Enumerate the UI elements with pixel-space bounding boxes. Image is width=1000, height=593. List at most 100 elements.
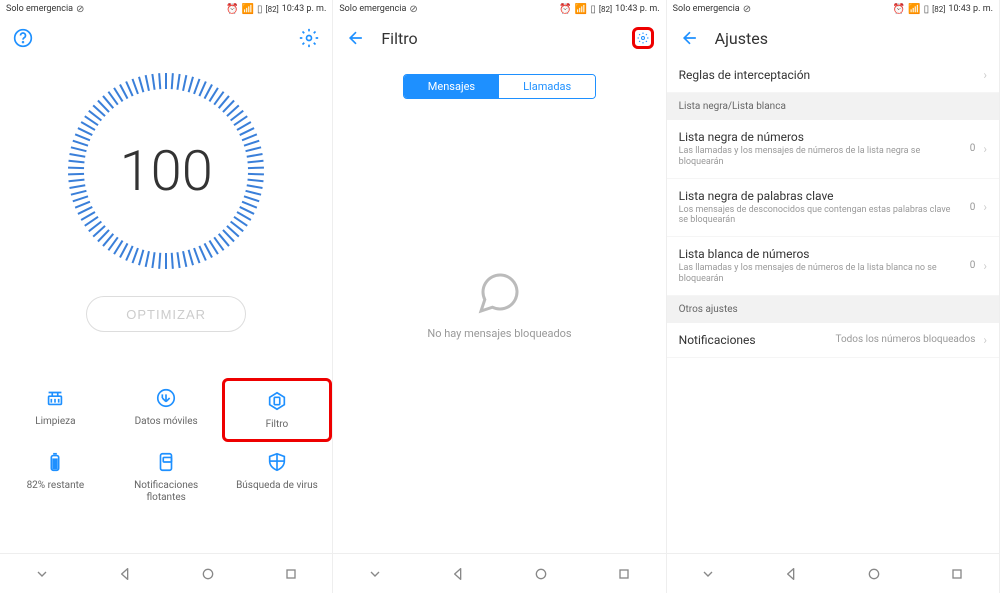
section-header-other: Otros ajustes <box>667 296 999 323</box>
nav-recent-icon[interactable] <box>947 564 967 584</box>
grid-label: Notificaciones flotantes <box>115 480 218 504</box>
row-title: Notificaciones <box>679 333 828 347</box>
status-bar: Solo emergencia ⊘ ⏰ 📶 ▯ [82] 10:43 p. m. <box>667 0 999 18</box>
back-icon[interactable] <box>679 27 701 49</box>
app-bar: Filtro <box>333 18 665 58</box>
nav-back-icon[interactable] <box>448 564 468 584</box>
alarm-icon: ⏰ <box>893 4 905 15</box>
row-title: Lista negra de números <box>679 130 962 144</box>
gauge-area: 100 OPTIMIZAR <box>0 58 332 332</box>
row-title: Lista blanca de números <box>679 247 962 261</box>
grid-data[interactable]: Datos móviles <box>111 378 222 442</box>
row-blacklist-numbers[interactable]: Lista negra de números Las llamadas y lo… <box>667 120 999 179</box>
feature-grid: Limpieza Datos móviles Filtro 82% restan… <box>0 368 332 518</box>
time-label: 10:43 p. m. <box>948 4 993 14</box>
empty-label: No hay mensajes bloqueados <box>427 327 571 340</box>
nav-dropdown-icon[interactable] <box>365 564 385 584</box>
nav-back-icon[interactable] <box>781 564 801 584</box>
chevron-right-icon: › <box>983 68 987 82</box>
status-bar: Solo emergencia ⊘ ⏰ 📶 ▯ [82] 10:43 p. m. <box>0 0 332 18</box>
data-icon <box>154 386 178 410</box>
chevron-right-icon: › <box>983 200 987 214</box>
row-title: Lista negra de palabras clave <box>679 189 962 203</box>
wifi-icon: 📶 <box>575 4 587 15</box>
signal-icon: ▯ <box>924 4 930 15</box>
battery-icon: [82] <box>932 5 945 14</box>
page-title: Filtro <box>381 29 417 48</box>
status-bar: Solo emergencia ⊘ ⏰ 📶 ▯ [82] 10:43 p. m. <box>333 0 665 18</box>
no-sim-icon: ⊘ <box>76 4 84 15</box>
wifi-icon: 📶 <box>242 4 254 15</box>
row-subtitle: Los mensajes de desconocidos que conteng… <box>679 205 962 227</box>
row-count: 0 <box>970 202 976 213</box>
grid-label: 82% restante <box>27 480 85 492</box>
section-header-lists: Lista negra/Lista blanca <box>667 93 999 120</box>
signal-icon: ▯ <box>257 4 263 15</box>
alarm-icon: ⏰ <box>559 4 571 15</box>
top-bar <box>0 18 332 58</box>
empty-state: No hay mensajes bloqueados <box>333 55 665 553</box>
grid-label: Limpieza <box>35 416 75 428</box>
chevron-right-icon: › <box>983 333 987 347</box>
grid-label: Búsqueda de virus <box>236 480 318 492</box>
row-count: 0 <box>970 260 976 271</box>
grid-cleanup[interactable]: Limpieza <box>0 378 111 442</box>
carrier-label: Solo emergencia <box>673 4 740 14</box>
speech-bubble-icon <box>475 269 523 317</box>
nav-recent-icon[interactable] <box>614 564 634 584</box>
grid-label: Filtro <box>266 419 289 431</box>
row-rules[interactable]: Reglas de interceptación › <box>667 58 999 93</box>
row-value: Todos los números bloqueados <box>835 334 975 345</box>
nav-dropdown-icon[interactable] <box>32 564 52 584</box>
time-label: 10:43 p. m. <box>282 4 327 14</box>
grid-notifications[interactable]: Notificaciones flotantes <box>111 442 222 512</box>
back-icon[interactable] <box>345 27 367 49</box>
grid-battery[interactable]: 82% restante <box>0 442 111 512</box>
filter-icon <box>265 389 289 413</box>
nav-back-icon[interactable] <box>115 564 135 584</box>
nav-bar <box>0 553 332 593</box>
grid-virus[interactable]: Búsqueda de virus <box>222 442 333 512</box>
settings-list: Reglas de interceptación › Lista negra/L… <box>667 58 999 358</box>
alarm-icon: ⏰ <box>226 4 238 15</box>
time-label: 10:43 p. m. <box>615 4 660 14</box>
broom-icon <box>43 386 67 410</box>
battery-icon: [82] <box>266 5 279 14</box>
nav-home-icon[interactable] <box>531 564 551 584</box>
row-blacklist-keywords[interactable]: Lista negra de palabras clave Los mensaj… <box>667 179 999 238</box>
nav-bar <box>333 553 665 593</box>
chevron-right-icon: › <box>983 142 987 156</box>
signal-icon: ▯ <box>590 4 596 15</box>
shield-icon <box>265 450 289 474</box>
nav-recent-icon[interactable] <box>281 564 301 584</box>
no-sim-icon: ⊘ <box>743 4 751 15</box>
gear-icon[interactable] <box>298 27 320 49</box>
wifi-icon: 📶 <box>908 4 920 15</box>
row-whitelist-numbers[interactable]: Lista blanca de números Las llamadas y l… <box>667 237 999 296</box>
nav-home-icon[interactable] <box>198 564 218 584</box>
nav-home-icon[interactable] <box>864 564 884 584</box>
optimize-button[interactable]: OPTIMIZAR <box>86 296 246 332</box>
notification-icon <box>154 450 178 474</box>
row-title: Reglas de interceptación <box>679 68 976 82</box>
screen-phone-manager: Solo emergencia ⊘ ⏰ 📶 ▯ [82] 10:43 p. m.… <box>0 0 333 593</box>
app-bar: Ajustes <box>667 18 999 58</box>
help-icon[interactable] <box>12 27 34 49</box>
row-count: 0 <box>970 143 976 154</box>
grid-filter[interactable]: Filtro <box>222 378 333 442</box>
page-title: Ajustes <box>715 29 768 48</box>
battery-icon: [82] <box>599 5 612 14</box>
nav-bar <box>667 553 999 593</box>
carrier-label: Solo emergencia <box>339 4 406 14</box>
grid-label: Datos móviles <box>135 416 198 428</box>
gear-icon[interactable] <box>632 27 654 49</box>
nav-dropdown-icon[interactable] <box>698 564 718 584</box>
carrier-label: Solo emergencia <box>6 4 73 14</box>
screen-ajustes: Solo emergencia ⊘ ⏰ 📶 ▯ [82] 10:43 p. m.… <box>667 0 1000 593</box>
row-subtitle: Las llamadas y los mensajes de números d… <box>679 146 962 168</box>
screen-filtro: Solo emergencia ⊘ ⏰ 📶 ▯ [82] 10:43 p. m.… <box>333 0 666 593</box>
battery-icon <box>43 450 67 474</box>
row-notifications[interactable]: Notificaciones Todos los números bloquea… <box>667 323 999 358</box>
row-subtitle: Las llamadas y los mensajes de números d… <box>679 263 962 285</box>
score-gauge: 100 <box>61 66 271 276</box>
